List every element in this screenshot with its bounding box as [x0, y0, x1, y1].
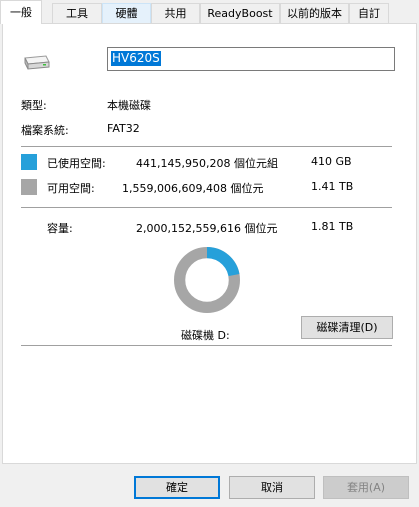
ok-button[interactable]: 確定: [134, 476, 220, 499]
tab-customize[interactable]: 自訂: [349, 3, 389, 23]
tab-readyboost[interactable]: ReadyBoost: [200, 3, 280, 23]
donut-inner-ring: [185, 258, 229, 302]
usage-donut-chart: [174, 247, 240, 313]
free-space-size: 1.41 TB: [311, 180, 354, 193]
free-space-bytes: 1,559,006,609,408 個位元: [122, 182, 264, 195]
tab-tools[interactable]: 工具: [52, 3, 102, 23]
tab-general[interactable]: 一般: [0, 0, 42, 24]
capacity-bytes: 2,000,152,559,616 個位元: [136, 222, 278, 235]
free-space-swatch: [21, 179, 37, 195]
drive-name-selected-text: HV620S: [111, 51, 161, 66]
filesystem-value: FAT32: [107, 122, 140, 135]
separator: [21, 146, 392, 147]
tab-hardware[interactable]: 硬體: [102, 3, 151, 23]
filesystem-label: 檔案系統:: [21, 124, 69, 137]
cancel-button[interactable]: 取消: [229, 476, 315, 499]
used-space-bytes: 441,145,950,208 個位元組: [136, 157, 278, 170]
tab-previous-versions[interactable]: 以前的版本: [280, 3, 349, 23]
separator: [21, 207, 392, 208]
type-value: 本機磁碟: [107, 99, 151, 112]
capacity-size: 1.81 TB: [311, 220, 354, 233]
drive-icon: [24, 55, 50, 70]
type-label: 類型:: [21, 99, 47, 112]
disk-cleanup-button[interactable]: 磁碟清理(D): [301, 316, 393, 339]
apply-button[interactable]: 套用(A): [323, 476, 409, 499]
free-space-label: 可用空間:: [47, 182, 95, 195]
used-space-size: 410 GB: [311, 155, 352, 168]
tab-strip: 一般 工具 硬體 共用 ReadyBoost 以前的版本 自訂: [0, 0, 419, 24]
separator: [21, 345, 392, 346]
capacity-label: 容量:: [47, 222, 73, 235]
drive-name-input[interactable]: HV620S: [107, 47, 395, 71]
tab-sharing[interactable]: 共用: [151, 3, 200, 23]
used-space-swatch: [21, 154, 37, 170]
general-panel: HV620S 類型: 本機磁碟 檔案系統: FAT32 已使用空間: 441,1…: [2, 23, 417, 464]
used-space-label: 已使用空間:: [47, 157, 106, 170]
drive-letter-label: 磁碟機 D:: [181, 329, 230, 342]
